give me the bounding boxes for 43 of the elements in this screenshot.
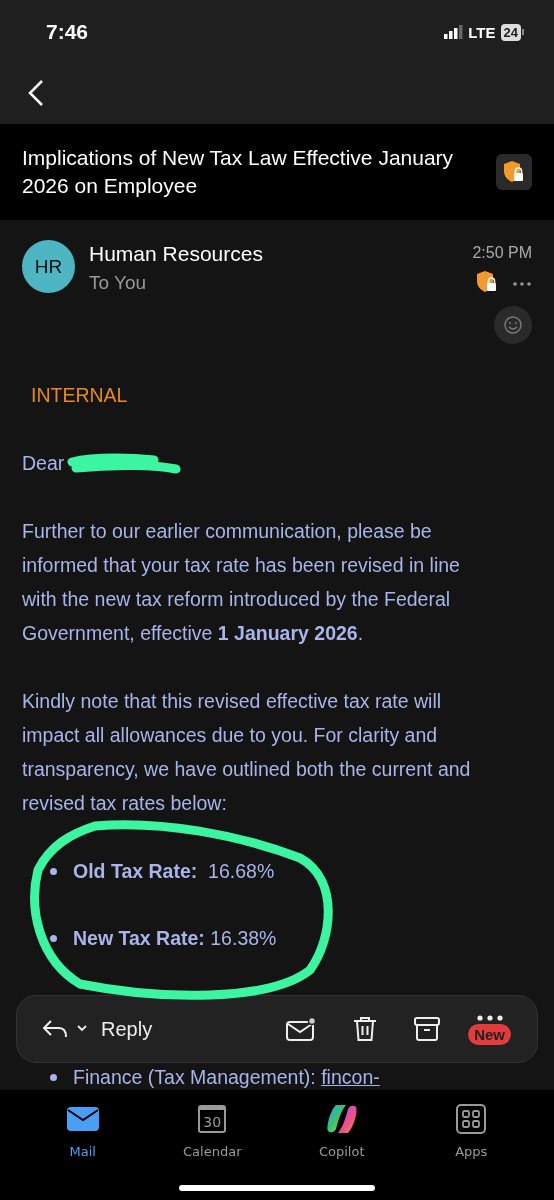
reply-button[interactable]: Reply <box>41 1017 251 1041</box>
calendar-tab[interactable]: 30 Calendar <box>162 1102 263 1159</box>
bullet-icon <box>50 1073 57 1081</box>
sender-name: Human Resources <box>89 242 264 266</box>
sensitivity-button[interactable] <box>496 154 532 190</box>
archive-box-icon <box>414 1016 441 1042</box>
body-paragraph: Further to our earlier communication, please be informed that your tax rate has been revised in line with the new tax reform introduced by the Federal Government, effective 1 January 2026. <box>22 519 461 646</box>
network-label: LTE <box>468 23 496 41</box>
calendar-icon: 30 <box>198 1105 227 1133</box>
reaction-button[interactable] <box>494 306 532 344</box>
contact-line: Finance (Tax Management): fincon- <box>73 1065 380 1089</box>
mail-tab[interactable]: Mail <box>32 1102 133 1159</box>
archive-button[interactable] <box>414 1016 441 1042</box>
tax-rate-item: New Tax Rate: 16.38% <box>73 926 277 951</box>
more-icon <box>475 1013 504 1022</box>
new-badge: New <box>468 1023 511 1045</box>
classification-label: INTERNAL <box>31 383 129 408</box>
trash-icon <box>352 1015 379 1043</box>
grid-icon <box>456 1104 487 1134</box>
bullet-icon <box>50 934 57 942</box>
more-icon <box>512 280 532 287</box>
copilot-tab[interactable]: Copilot <box>291 1102 392 1159</box>
email-subject: Implications of New Tax Law Effective January 2026 on Employee <box>22 145 455 199</box>
sent-time: 2:50 PM <box>472 244 532 262</box>
greeting-text: Dear <box>22 451 65 476</box>
smiley-icon <box>503 315 523 335</box>
mark-unread-button[interactable] <box>286 1017 317 1041</box>
apps-tab[interactable]: Apps <box>421 1102 522 1159</box>
clock-time: 7:46 <box>46 20 90 44</box>
tax-rate-item: Old Tax Rate: 16.68% <box>73 859 275 884</box>
body-paragraph: Kindly note that this revised effective tax rate will impact all allowances due to you. For clarity and transparency, we have outlined both the current and revised tax rates below: <box>22 689 472 816</box>
more-actions-button[interactable]: New <box>468 1013 511 1045</box>
sender-avatar: HR <box>22 240 75 293</box>
shield-lock-icon <box>503 160 525 184</box>
bullet-icon <box>50 867 57 875</box>
signal-icon <box>444 25 465 39</box>
recipient-label: To You <box>89 272 148 294</box>
email-link[interactable]: fincon- <box>321 1066 380 1088</box>
envelope-icon <box>65 1105 100 1133</box>
battery-icon: 24 <box>500 23 524 41</box>
shield-lock-icon <box>476 270 498 294</box>
envelope-icon <box>286 1017 317 1041</box>
delete-button[interactable] <box>352 1015 379 1043</box>
